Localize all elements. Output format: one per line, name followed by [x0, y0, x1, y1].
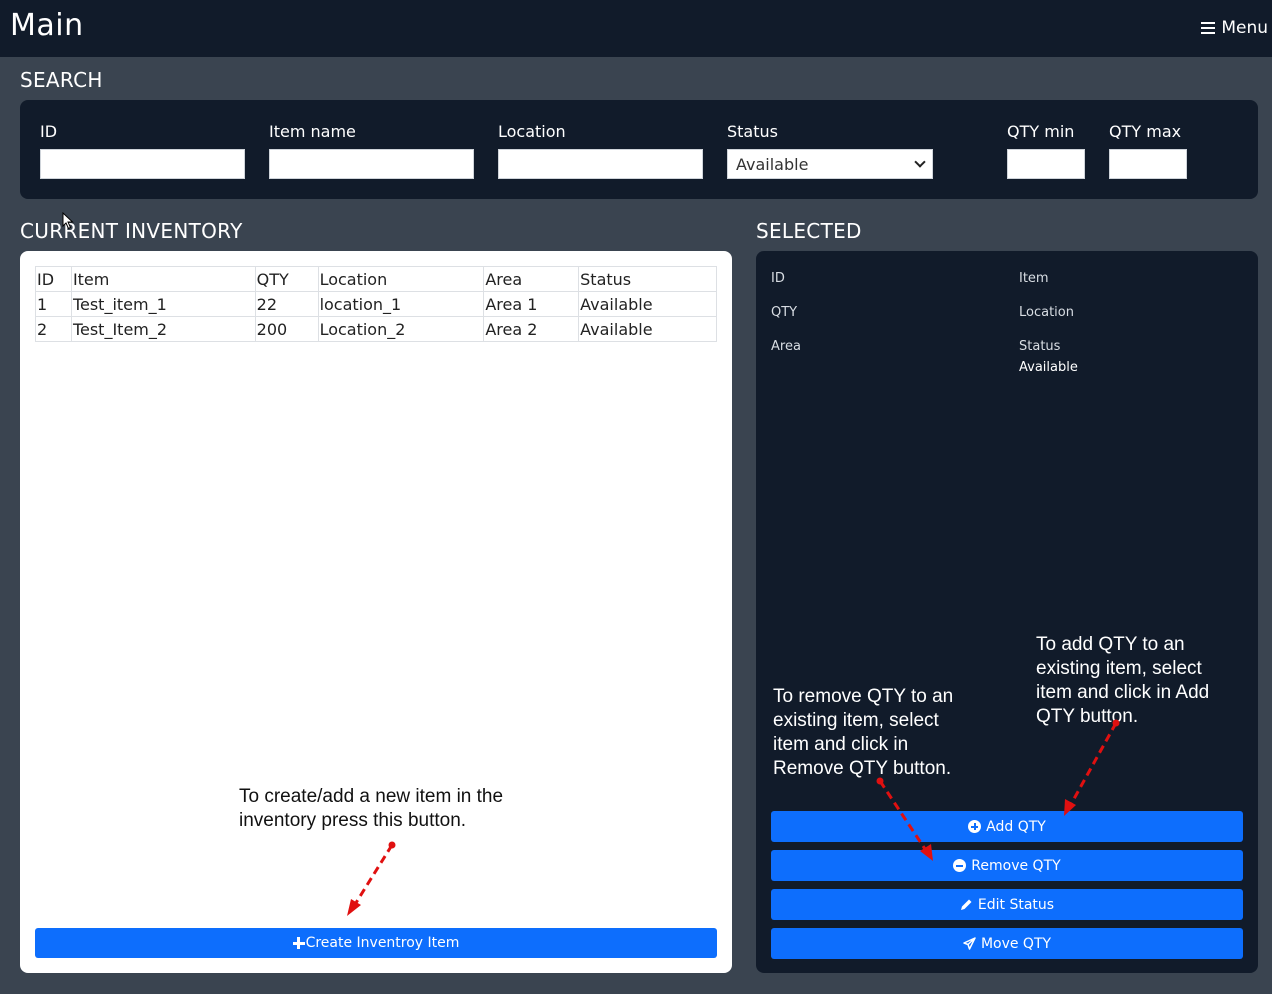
- table-cell: 200: [254, 316, 319, 342]
- plus-icon: [292, 936, 306, 950]
- menu-button[interactable]: Menu: [1201, 16, 1268, 40]
- selected-panel: ID Item QTY Location Area Status Availab…: [756, 251, 1258, 973]
- table-header-row: ID Item QTY Location Area Status: [35, 266, 717, 292]
- qty-max-input[interactable]: [1109, 149, 1187, 179]
- selected-status-value: Available: [1019, 360, 1078, 375]
- move-qty-label: Move QTY: [980, 935, 1052, 952]
- edit-status-label: Edit Status: [977, 896, 1055, 913]
- annotation-remove: To remove QTY to an existing item, selec…: [773, 686, 954, 779]
- chevron-down-icon: [914, 156, 926, 168]
- selected-qty-label: QTY: [771, 305, 798, 320]
- selected-area-label: Area: [771, 339, 801, 354]
- selected-heading: SELECTED: [756, 219, 862, 243]
- pencil-icon: [960, 899, 972, 910]
- selected-item-label: Item: [1019, 271, 1049, 286]
- column-header[interactable]: Location: [317, 266, 485, 292]
- column-header[interactable]: QTY: [254, 266, 319, 292]
- item-name-label: Item name: [269, 122, 356, 141]
- column-header[interactable]: Status: [578, 266, 717, 292]
- column-header[interactable]: Item: [70, 266, 256, 292]
- table-cell: 2: [35, 316, 72, 342]
- table-cell: Area 1: [483, 291, 580, 317]
- page-title: Main: [10, 8, 84, 43]
- location-label: Location: [498, 122, 566, 141]
- table-cell: Test_Item_2: [70, 316, 256, 342]
- selected-location-label: Location: [1019, 305, 1074, 320]
- top-navbar: Main Menu: [0, 0, 1272, 57]
- table-cell: location_1: [317, 291, 485, 317]
- add-qty-button[interactable]: Add QTY: [771, 811, 1243, 842]
- table-cell: 1: [35, 291, 72, 317]
- table-cell: Available: [578, 316, 717, 342]
- table-row[interactable]: 1 Test_item_1 22 location_1 Area 1 Avail…: [35, 291, 717, 317]
- minus-circle-icon: [953, 859, 967, 872]
- qty-max-label: QTY max: [1109, 122, 1182, 141]
- menu-icon: [1201, 22, 1216, 34]
- id-input[interactable]: [40, 149, 245, 179]
- qty-min-label: QTY min: [1007, 122, 1075, 141]
- move-qty-button[interactable]: Move QTY: [771, 928, 1243, 959]
- location-input[interactable]: [498, 149, 703, 179]
- inventory-table: ID Item QTY Location Area Status 1 Test_…: [35, 266, 717, 342]
- table-cell: Test_item_1: [70, 291, 256, 317]
- search-heading: SEARCH: [20, 68, 103, 92]
- create-button-label: Create Inventroy Item: [305, 935, 460, 951]
- create-inventory-item-button[interactable]: Create Inventroy Item: [35, 928, 717, 958]
- add-qty-label: Add QTY: [986, 818, 1046, 835]
- plus-circle-icon: [968, 820, 982, 833]
- status-select-value: Available: [736, 154, 809, 174]
- edit-status-button[interactable]: Edit Status: [771, 889, 1243, 920]
- search-panel: ID Item name Location Status Available Q…: [20, 100, 1258, 199]
- table-row[interactable]: 2 Test_Item_2 200 Location_2 Area 2 Avai…: [35, 316, 717, 342]
- annotation-add: To add QTY to an existing item, select i…: [1036, 634, 1210, 727]
- column-header[interactable]: ID: [35, 266, 72, 292]
- annotation-create: To create/add a new item in the inventor…: [239, 786, 504, 831]
- id-label: ID: [40, 122, 58, 141]
- status-select[interactable]: Available: [727, 149, 933, 179]
- table-cell: Available: [578, 291, 717, 317]
- paper-plane-icon: [963, 937, 976, 950]
- menu-label: Menu: [1221, 18, 1268, 38]
- remove-qty-button[interactable]: Remove QTY: [771, 850, 1243, 881]
- table-cell: Location_2: [317, 316, 485, 342]
- remove-qty-label: Remove QTY: [971, 857, 1061, 874]
- table-cell: Area 2: [483, 316, 580, 342]
- item-name-input[interactable]: [269, 149, 474, 179]
- column-header[interactable]: Area: [483, 266, 580, 292]
- selected-id-label: ID: [771, 271, 785, 286]
- inventory-panel: ID Item QTY Location Area Status 1 Test_…: [20, 251, 732, 973]
- table-cell: 22: [254, 291, 319, 317]
- selected-status-label: Status: [1019, 339, 1061, 354]
- mouse-cursor-icon: [62, 212, 74, 230]
- inventory-heading: CURRENT INVENTORY: [20, 219, 243, 243]
- qty-min-input[interactable]: [1007, 149, 1085, 179]
- status-label: Status: [727, 122, 778, 141]
